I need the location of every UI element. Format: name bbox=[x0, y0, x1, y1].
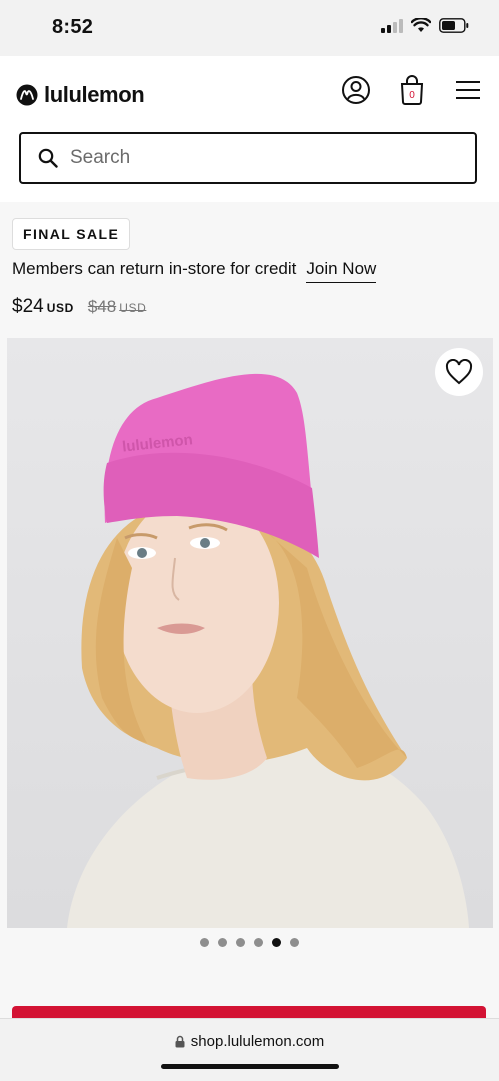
members-text: Members can return in-store for credit bbox=[12, 259, 297, 278]
image-carousel-pagination bbox=[0, 938, 499, 947]
product-photo-illustration: lululemon bbox=[67, 373, 469, 928]
search-bar[interactable] bbox=[19, 132, 477, 184]
price-block: $24 USD $48 USD bbox=[12, 296, 146, 318]
lululemon-logo-icon bbox=[16, 84, 38, 106]
current-price-currency: USD bbox=[46, 301, 74, 315]
bag-count: 0 bbox=[409, 90, 415, 101]
account-button[interactable] bbox=[340, 74, 372, 106]
current-price: $24 USD bbox=[12, 296, 74, 318]
cellular-signal-icon bbox=[381, 18, 403, 33]
heart-icon bbox=[445, 359, 473, 385]
carousel-dot[interactable] bbox=[236, 938, 245, 947]
product-image[interactable]: lululemon bbox=[7, 338, 493, 928]
battery-icon bbox=[439, 18, 469, 33]
original-price-value: $48 bbox=[87, 297, 117, 316]
status-icons bbox=[381, 18, 469, 33]
members-return-notice: Members can return in-store for credit J… bbox=[12, 259, 377, 283]
current-price-value: $24 bbox=[12, 296, 44, 317]
lock-icon bbox=[175, 1035, 185, 1048]
url-text: shop.lululemon.com bbox=[190, 1033, 325, 1050]
site-header: lululemon 0 bbox=[0, 56, 499, 202]
search-icon bbox=[38, 148, 58, 168]
shopping-bag-button[interactable]: 0 bbox=[396, 74, 428, 106]
home-indicator bbox=[161, 1064, 339, 1069]
search-input[interactable] bbox=[68, 146, 452, 170]
carousel-dot[interactable] bbox=[290, 938, 299, 947]
original-price-currency: USD bbox=[119, 301, 147, 315]
brand-logo[interactable]: lululemon bbox=[16, 82, 145, 108]
wishlist-button[interactable] bbox=[435, 348, 483, 396]
menu-button[interactable] bbox=[452, 74, 484, 106]
brand-name: lululemon bbox=[44, 82, 145, 107]
carousel-dot[interactable] bbox=[218, 938, 227, 947]
url-display[interactable]: shop.lululemon.com bbox=[0, 1033, 499, 1050]
carousel-dot[interactable] bbox=[254, 938, 263, 947]
shopping-bag-icon: 0 bbox=[400, 75, 424, 105]
carousel-dot[interactable] bbox=[200, 938, 209, 947]
join-now-link[interactable]: Join Now bbox=[306, 259, 377, 283]
user-icon bbox=[342, 76, 370, 104]
status-time: 8:52 bbox=[52, 16, 94, 38]
original-price: $48 USD bbox=[88, 297, 147, 317]
wifi-icon bbox=[411, 18, 431, 32]
final-sale-badge: FINAL SALE bbox=[12, 218, 131, 250]
hamburger-menu-icon bbox=[456, 81, 480, 99]
carousel-dot[interactable] bbox=[272, 938, 281, 947]
status-bar: 8:52 bbox=[0, 0, 499, 56]
browser-address-bar[interactable]: shop.lululemon.com bbox=[0, 1018, 499, 1081]
